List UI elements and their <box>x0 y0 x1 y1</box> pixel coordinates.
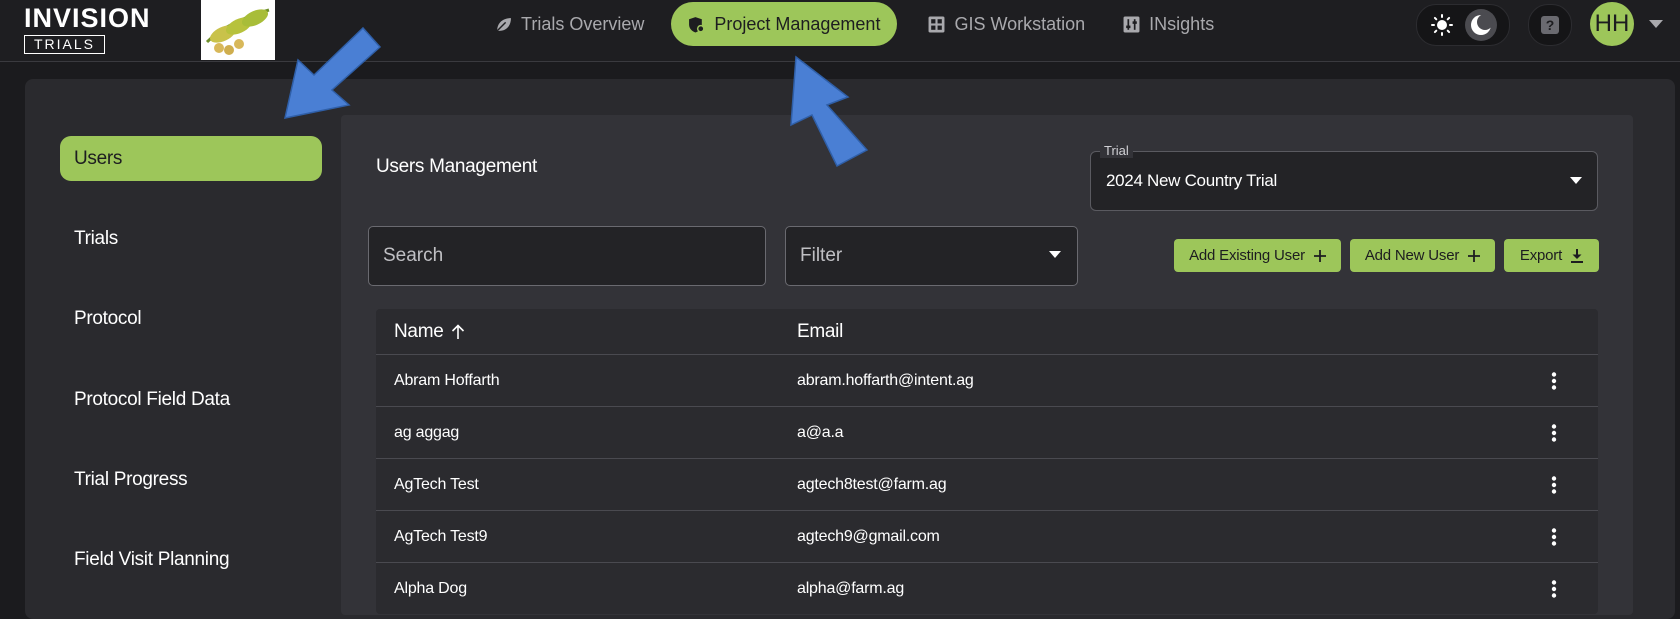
annotation-arrows <box>284 26 869 168</box>
annotation-arrow-nav <box>790 55 869 168</box>
annotation-arrow-sidebar <box>284 26 382 119</box>
